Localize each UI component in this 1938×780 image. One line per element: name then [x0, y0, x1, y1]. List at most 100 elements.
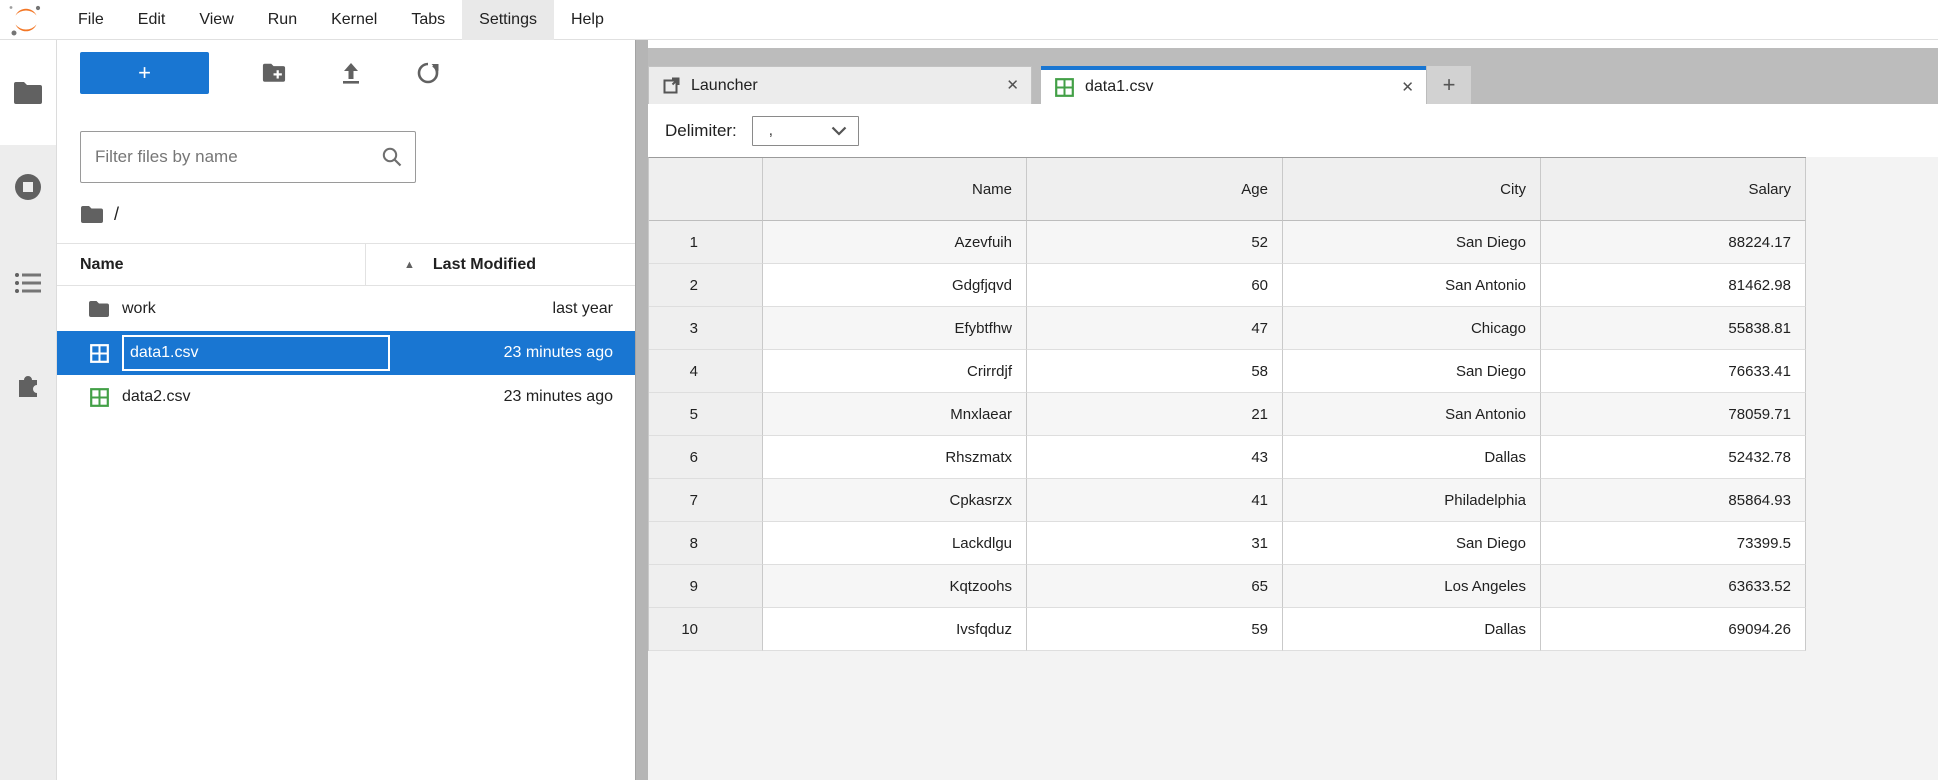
filter-files-input[interactable]	[81, 147, 381, 167]
grid-cell: 63633.52	[1541, 565, 1806, 608]
csv-toolbar: Delimiter: ,	[648, 104, 1938, 157]
sort-ascending-icon: ▲	[404, 259, 415, 271]
refresh-button[interactable]	[416, 61, 440, 85]
menu-item-kernel[interactable]: Kernel	[314, 0, 394, 40]
grid-cell: San Antonio	[1283, 264, 1541, 307]
grid-cell: Kqtzoohs	[763, 565, 1027, 608]
table-of-contents-tab[interactable]	[0, 261, 56, 305]
grid-cell: Efybtfhw	[763, 307, 1027, 350]
grid-cell: 65	[1027, 565, 1283, 608]
grid-cell: Mnxlaear	[763, 393, 1027, 436]
tab-close-icon[interactable]: ✕	[1401, 80, 1414, 95]
grid-column-header: Age	[1027, 158, 1283, 221]
home-folder-icon[interactable]	[80, 205, 104, 224]
file-row-work[interactable]: worklast year	[57, 287, 635, 331]
tab-label: data1.csv	[1085, 78, 1389, 96]
file-modified: 23 minutes ago	[504, 344, 635, 362]
csv-grid-viewport[interactable]: NameAgeCitySalary1Azevfuih52San Diego882…	[648, 157, 1938, 780]
grid-cell: 76633.41	[1541, 350, 1806, 393]
grid-cell: Gdgfjqvd	[763, 264, 1027, 307]
delimiter-value: ,	[753, 122, 831, 139]
grid-cell: 59	[1027, 608, 1283, 651]
csv-data-grid: NameAgeCitySalary1Azevfuih52San Diego882…	[648, 157, 1806, 651]
menu-item-file[interactable]: File	[61, 0, 121, 40]
grid-cell: San Antonio	[1283, 393, 1541, 436]
grid-cell: 21	[1027, 393, 1283, 436]
menu-item-settings[interactable]: Settings	[462, 0, 554, 40]
grid-cell: Rhszmatx	[763, 436, 1027, 479]
tab-launcher[interactable]: Launcher ✕	[648, 66, 1032, 104]
grid-row-index: 10	[649, 608, 763, 651]
file-list-header: Name ▲ Last Modified	[57, 243, 635, 286]
csv-file-icon	[88, 344, 110, 363]
dock-tab-bar: Launcher ✕ data1.csv ✕ +	[648, 48, 1938, 104]
running-kernels-icon	[13, 172, 43, 202]
grid-row-index: 5	[649, 393, 763, 436]
grid-cell: San Diego	[1283, 350, 1541, 393]
menu-item-edit[interactable]: Edit	[121, 0, 183, 40]
grid-cell: Azevfuih	[763, 221, 1027, 264]
tab-label: Launcher	[691, 77, 994, 95]
file-browser-toolbar: +	[57, 40, 635, 106]
grid-row-index: 7	[649, 479, 763, 522]
grid-cell: 69094.26	[1541, 608, 1806, 651]
grid-cell: 78059.71	[1541, 393, 1806, 436]
menu-item-help[interactable]: Help	[554, 0, 621, 40]
file-modified: 23 minutes ago	[504, 388, 635, 406]
breadcrumb-root[interactable]: /	[114, 204, 119, 225]
grid-corner	[649, 158, 763, 221]
menu-item-run[interactable]: Run	[251, 0, 314, 40]
puzzle-icon	[13, 370, 43, 400]
grid-cell: 81462.98	[1541, 264, 1806, 307]
grid-column-header: City	[1283, 158, 1541, 221]
new-launcher-button[interactable]: +	[80, 52, 209, 94]
grid-column-header: Salary	[1541, 158, 1806, 221]
running-kernels-tab[interactable]	[0, 165, 56, 209]
search-icon	[381, 146, 403, 168]
menu-item-view[interactable]: View	[182, 0, 250, 40]
grid-row-index: 2	[649, 264, 763, 307]
extension-manager-tab[interactable]	[0, 363, 56, 407]
grid-cell: 85864.93	[1541, 479, 1806, 522]
csv-icon	[1055, 78, 1074, 97]
menu-bar: FileEditViewRunKernelTabsSettingsHelp	[0, 0, 1938, 40]
new-folder-icon	[262, 62, 286, 84]
delimiter-dropdown[interactable]: ,	[752, 116, 859, 146]
grid-cell: 52432.78	[1541, 436, 1806, 479]
main-dock-area: Launcher✕data1.csv✕+ Delimiter: , NameAg…	[648, 40, 1938, 780]
grid-cell: San Diego	[1283, 221, 1541, 264]
column-header-name[interactable]: Name	[57, 256, 365, 274]
grid-cell: 47	[1027, 307, 1283, 350]
grid-cell: Los Angeles	[1283, 565, 1541, 608]
grid-cell: Dallas	[1283, 436, 1541, 479]
chevron-down-icon	[831, 126, 847, 136]
upload-button[interactable]	[339, 61, 363, 85]
folder-icon	[88, 300, 110, 318]
refresh-icon	[416, 61, 440, 85]
add-tab-button[interactable]: +	[1427, 66, 1471, 104]
grid-cell: Chicago	[1283, 307, 1541, 350]
file-browser-tab[interactable]	[0, 71, 56, 115]
grid-cell: Ivsfqduz	[763, 608, 1027, 651]
file-modified: last year	[553, 300, 635, 318]
column-header-modified[interactable]: ▲ Last Modified	[365, 244, 635, 285]
delimiter-label: Delimiter:	[665, 121, 737, 141]
tab-data1-csv[interactable]: data1.csv ✕	[1041, 66, 1426, 104]
file-list: worklast yeardata1.csv23 minutes agodata…	[57, 287, 635, 419]
file-row-data2.csv[interactable]: data2.csv23 minutes ago	[57, 375, 635, 419]
grid-cell: 31	[1027, 522, 1283, 565]
jupyter-logo	[7, 2, 45, 38]
tab-close-icon[interactable]: ✕	[1006, 78, 1019, 93]
breadcrumb: /	[80, 192, 119, 236]
left-sidebar-strip	[0, 40, 57, 780]
panel-splitter[interactable]	[635, 40, 648, 780]
menu-item-tabs[interactable]: Tabs	[394, 0, 462, 40]
grid-cell: 55838.81	[1541, 307, 1806, 350]
grid-cell: 43	[1027, 436, 1283, 479]
grid-cell: 58	[1027, 350, 1283, 393]
folder-icon	[13, 81, 43, 105]
new-folder-button[interactable]	[262, 61, 286, 85]
file-row-data1.csv[interactable]: data1.csv 23 minutes ago	[57, 331, 635, 375]
rename-input[interactable]: data1.csv	[122, 335, 390, 371]
file-name-wrap: data1.csv	[122, 335, 504, 371]
